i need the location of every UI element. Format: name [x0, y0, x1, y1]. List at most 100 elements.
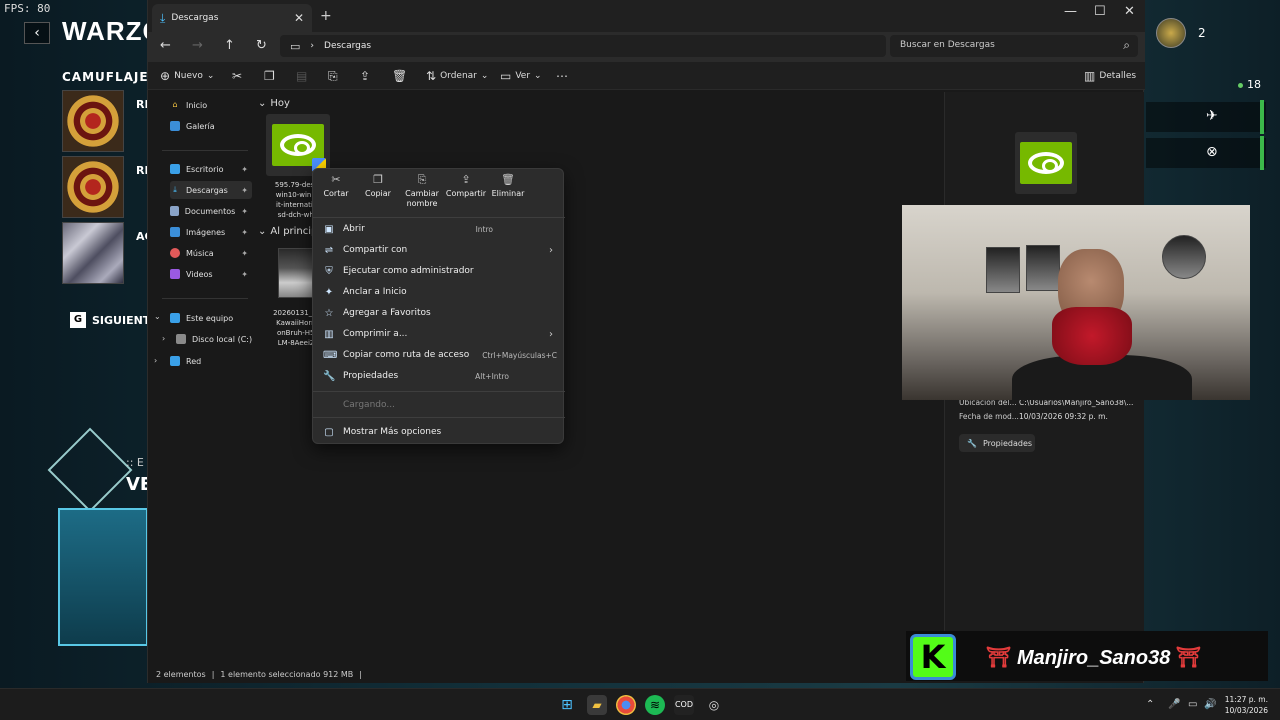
back-icon[interactable]: ←	[160, 38, 171, 53]
menu-item-ejecutar-admin[interactable]: ⛨ Ejecutar como administrador	[321, 261, 557, 281]
close-icon[interactable]: ✕	[294, 11, 304, 25]
add-tab-icon[interactable]: +	[320, 8, 332, 24]
maximize-icon[interactable]: ☐	[1094, 4, 1106, 19]
delete-button[interactable]: 🗑	[392, 69, 407, 83]
details-button[interactable]: ▥ Detalles	[1084, 69, 1136, 83]
online-dot-icon	[1238, 82, 1243, 88]
delete-action[interactable]: 🗑 Eliminar	[485, 174, 531, 199]
chrome-icon[interactable]	[616, 695, 636, 715]
forward-icon[interactable]: →	[192, 38, 203, 53]
spotify-icon[interactable]: ≋	[645, 695, 665, 715]
minimize-icon[interactable]: —	[1064, 4, 1077, 19]
game-next-button[interactable]: G SIGUIENTE	[70, 312, 158, 328]
menu-item-anclar-inicio[interactable]: ✦ Anclar a Inicio	[321, 282, 557, 302]
sidebar-item-imagenes[interactable]: Imágenes ✦	[170, 223, 252, 241]
game-preview-panel[interactable]	[58, 508, 148, 646]
webcam-overlay	[902, 205, 1250, 400]
share-action[interactable]: ⇪ Compartir	[443, 174, 489, 199]
sidebar-item-galeria[interactable]: Galería	[170, 117, 252, 135]
sort-button[interactable]: ⇅ Ordenar ⌄	[426, 69, 488, 83]
menu-shortcut: Ctrl+Mayúsculas+C	[482, 350, 557, 360]
breadcrumb[interactable]: Descargas	[324, 41, 371, 51]
sidebar-item-documentos[interactable]: Documentos ✦	[170, 202, 252, 220]
sidebar-item-este-equipo[interactable]: Este equipo	[170, 309, 252, 327]
menu-item-abrir[interactable]: ▣ Abrir Intro	[321, 219, 557, 239]
chevron-right-icon[interactable]: ›	[162, 334, 165, 343]
sidebar-item-musica[interactable]: Música ✦	[170, 244, 252, 262]
new-button[interactable]: ⊕ Nuevo ⌄	[160, 69, 214, 83]
file-explorer-icon[interactable]: ▰	[587, 695, 607, 715]
chevron-right-icon[interactable]: ›	[154, 356, 157, 365]
sidebar-item-red[interactable]: Red	[170, 352, 252, 370]
sidebar-item-inicio[interactable]: ⌂ Inicio	[170, 96, 252, 114]
volume-icon[interactable]: 🔊	[1204, 699, 1216, 710]
xbox-icon: ⊗	[1206, 144, 1218, 160]
streamer-banner: K ⛩ Manjiro_Sano38 ⛩	[906, 631, 1268, 681]
share-button[interactable]: ⇪	[360, 69, 370, 83]
tab-descargas[interactable]: ⤓ Descargas ✕	[152, 4, 312, 32]
menu-item-propiedades[interactable]: 🔧 Propiedades Alt+Intro	[321, 366, 557, 386]
camo-item[interactable]: RE	[62, 90, 152, 156]
status-count: 2 elementos	[156, 670, 206, 679]
status-selected: 1 elemento seleccionado 912 MB	[220, 670, 354, 679]
copy-action[interactable]: ❐ Copiar	[355, 174, 401, 199]
sidebar-item-descargas[interactable]: ⤓ Descargas ✦	[170, 181, 252, 199]
group-header-earlier[interactable]: ⌄ Al principi	[258, 226, 320, 237]
sidebar-item-escritorio[interactable]: Escritorio ✦	[170, 160, 252, 178]
camo-item[interactable]: AC	[62, 222, 153, 288]
camo-swatch	[62, 90, 124, 152]
chevron-up-icon[interactable]: ⌃	[1146, 699, 1154, 710]
menu-item-comprimir[interactable]: ▥ Comprimir a... ›	[321, 324, 557, 344]
menu-item-copiar-ruta[interactable]: ⌨ Copiar como ruta de acceso Ctrl+Mayúscul…	[321, 345, 557, 365]
chevron-down-icon[interactable]: ⌄	[154, 312, 161, 321]
nvidia-icon	[272, 124, 326, 172]
sidebar-item-videos[interactable]: Videos ✦	[170, 265, 252, 283]
chevron-right-icon: ›	[549, 244, 553, 256]
menu-item-agregar-favoritos[interactable]: ☆ Agregar a Favoritos	[321, 303, 557, 323]
copy-button[interactable]: ❐	[264, 69, 275, 83]
sort-icon: ⇅	[426, 69, 437, 83]
clock[interactable]: 11:27 p. m. 10/03/2026	[1222, 694, 1268, 716]
menu-item-cargando: Cargando...	[321, 395, 557, 415]
search-input[interactable]: Buscar en Descargas ⌕	[890, 35, 1138, 57]
refresh-icon[interactable]: ↻	[256, 38, 267, 53]
command-bar: ⊕ Nuevo ⌄ ✂ ❐ ▤ ⎘ ⇪ 🗑 ⇅ Ordenar ⌄ ▭ Ver ⌄ ⋯ ▥ D…	[148, 62, 1145, 90]
player-count: 2	[1198, 26, 1206, 40]
close-window-icon[interactable]: ✕	[1124, 4, 1135, 19]
group-label: Hoy	[270, 98, 290, 109]
details-pane-icon: ▥	[1084, 69, 1096, 83]
sidebar-item-disco-local[interactable]: Disco local (C:)	[176, 330, 258, 348]
up-icon[interactable]: ↑	[224, 38, 235, 53]
group-header-today[interactable]: ⌄ Hoy	[258, 98, 290, 109]
menu-label: Copiar como ruta de acceso	[343, 350, 470, 360]
action-label: Eliminar	[491, 189, 525, 198]
address-bar[interactable]: ▭ › Descargas	[280, 35, 886, 57]
rename-icon: ⎘	[417, 173, 427, 186]
pin-icon: ✦	[241, 185, 248, 195]
network-icon[interactable]: ▭	[1188, 699, 1197, 710]
cut-action[interactable]: ✂ Cortar	[313, 174, 359, 199]
obs-icon[interactable]: ◎	[704, 695, 724, 715]
details-value: 10/03/2026 09:32 p. m.	[1019, 412, 1108, 421]
camo-item[interactable]: RE	[62, 156, 152, 222]
cut-button[interactable]: ✂	[232, 69, 242, 83]
menu-item-compartir-con[interactable]: ⇌ Compartir con ›	[321, 240, 557, 260]
more-button[interactable]: ⋯	[556, 69, 568, 83]
paste-button[interactable]: ▤	[296, 69, 307, 83]
view-label: Ver	[515, 71, 531, 81]
rank-badge-icon	[1156, 18, 1186, 48]
rename-action[interactable]: ⎘ Cambiar nombre	[399, 173, 445, 209]
menu-item-mas-opciones[interactable]: ▢ Mostrar Más opciones	[321, 422, 557, 442]
call-of-duty-icon[interactable]: COD	[674, 695, 694, 715]
share-with-icon: ⇌	[324, 244, 334, 256]
start-icon[interactable]: ⊞	[557, 695, 577, 715]
microphone-icon[interactable]: 🎤	[1168, 699, 1180, 710]
sidebar-item-label: Descargas	[186, 185, 228, 195]
pin-icon: ✦	[241, 269, 248, 279]
rename-button[interactable]: ⎘	[328, 69, 338, 84]
properties-button[interactable]: 🔧 Propiedades	[959, 434, 1035, 452]
game-back-button[interactable]: ‹	[24, 22, 50, 44]
view-button[interactable]: ▭ Ver ⌄	[500, 69, 542, 83]
uac-shield-icon: ⛨	[325, 265, 333, 277]
file-thumbnail	[266, 114, 330, 176]
